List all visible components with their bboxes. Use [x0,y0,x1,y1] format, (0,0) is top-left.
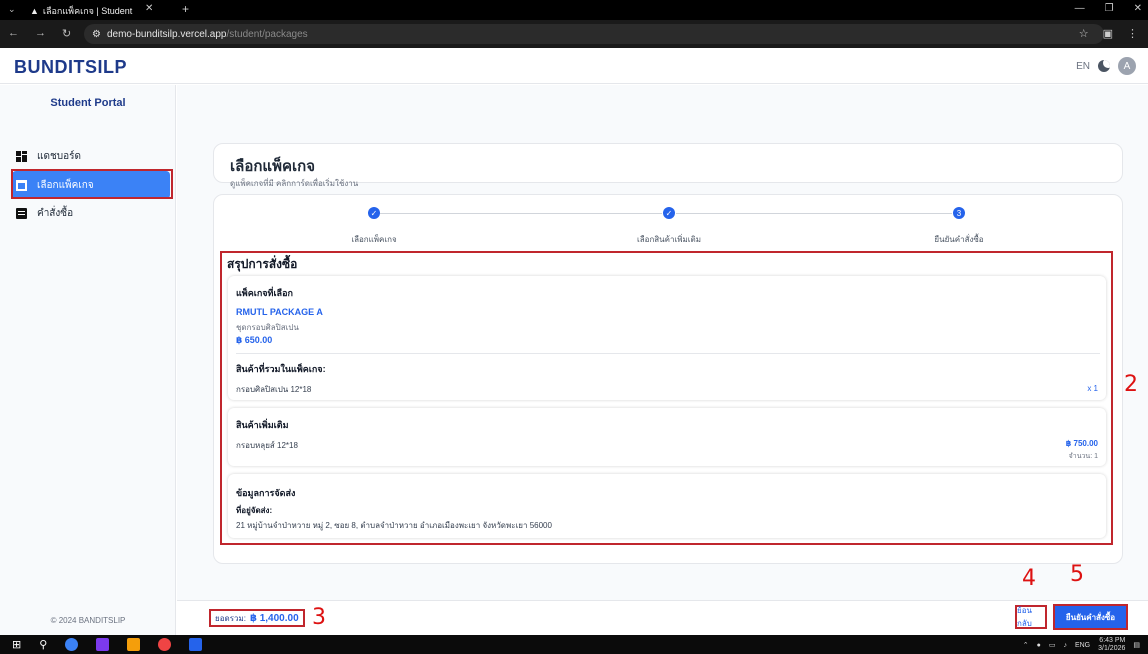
site-info-icon[interactable]: ⚙ [92,29,101,40]
sidebar-item-dashboard[interactable]: แดชบอร์ด [12,142,170,170]
package-name: RMUTL PACKAGE A [236,307,323,317]
os-taskbar: ⊞ ⚲ ⌃ ● ▭ ♪ ENG 6:43 PM 3/1/2026 ▤ [0,635,1148,654]
url-host: demo-bunditsilp.vercel.app [106,28,227,40]
step-1-label: เลือกแพ็คเกจ [351,235,397,244]
address-bar[interactable]: ⚙ demo-bunditsilp.vercel.app/student/pac… [84,24,1104,44]
restore-icon[interactable]: ❐ [1105,3,1114,14]
package-card: แพ็คเกจที่เลือก RMUTL PACKAGE A ชุดกรอบศ… [228,276,1106,400]
back-arrow-icon[interactable]: ← [8,27,19,40]
language-toggle[interactable]: EN [1076,61,1090,72]
word-app-icon[interactable] [189,638,203,651]
step-connector [676,213,952,214]
extra-item-name: กรอบหลุยส์ 12*18 [236,441,298,450]
page-subtitle: ดูแพ็คเกจที่มี คลิกการ์ดเพื่อเริ่มใช้งาน [230,179,359,188]
sidebar: Student Portal แดชบอร์ด เลือกแพ็คเกจ คำส… [0,85,176,635]
step-connector [380,213,662,214]
close-window-icon[interactable]: ✕ [1134,3,1142,14]
order-total: ยอดรวม: ฿ 1,400.00 [209,609,305,627]
user-avatar[interactable]: A [1118,57,1136,75]
step-2-label: เลือกสินค้าเพิ่มเติม [637,235,701,244]
included-items-title: สินค้าที่รวมในแพ็คเกจ: [236,364,326,374]
new-tab-icon[interactable]: + [182,2,189,16]
step-2-check-icon: ✓ [663,207,675,219]
package-price: ฿ 650.00 [236,335,273,345]
sidebar-item-orders[interactable]: คำสั่งซื้อ [12,199,170,227]
extra-items-title: สินค้าเพิ่มเติม [236,420,289,430]
dark-mode-icon[interactable] [1098,60,1110,72]
taskbar-search-icon[interactable]: ⚲ [39,638,47,651]
extra-items-card: สินค้าเพิ่มเติม กรอบหลุยส์ 12*18 ฿ 750.0… [228,408,1106,466]
dashboard-icon [16,150,27,162]
teams-app-icon[interactable] [96,638,110,651]
file-explorer-icon[interactable] [127,638,141,651]
annotation-number-2: 2 [1124,372,1138,397]
step-1-check-icon: ✓ [368,207,380,219]
url-path: /student/packages [226,28,308,40]
windows-start-icon[interactable]: ⊞ [12,638,21,651]
forward-arrow-icon[interactable]: → [35,27,46,40]
app-logo[interactable]: BUNDITSILP [14,57,127,78]
extra-item-price: ฿ 750.00 [1065,439,1098,448]
summary-title: สรุปการสั่งซื้อ [227,257,298,271]
address-label: ที่อยู่จัดส่ง: [236,506,273,515]
annotation-number-4: 4 [1022,566,1036,591]
bookmark-star-icon[interactable]: ☆ [1079,27,1089,40]
extension-icon[interactable]: ▣ [1103,27,1113,40]
back-button[interactable]: ย้อนกลับ [1015,605,1047,629]
tab-list-chevron-icon[interactable]: ⌄ [8,4,16,15]
divider [236,353,1100,354]
package-section-title: แพ็คเกจที่เลือก [236,288,293,298]
volume-icon[interactable]: ♪ [1063,642,1067,649]
browser-menu-icon[interactable]: ⋮ [1127,27,1138,40]
page-title: เลือกแพ็คเกจ [230,158,315,175]
input-language[interactable]: ENG [1075,642,1090,649]
notification-icon[interactable]: ▤ [1133,641,1140,649]
sidebar-title: Student Portal [50,97,126,109]
browser-app-icon[interactable] [158,638,172,651]
annotation-number-3: 3 [312,605,326,630]
tab-title: เลือกแพ็คเกจ | Student [42,5,133,16]
shipping-title: ข้อมูลการจัดส่ง [236,488,296,498]
reload-icon[interactable]: ↻ [62,27,71,40]
annotation-number-5: 5 [1070,562,1084,587]
orders-icon [16,207,27,219]
app-header: BUNDITSILP EN A [0,48,1148,84]
sidebar-item-label: คำสั่งซื้อ [37,207,74,219]
annotation-box-1 [11,169,173,199]
shipping-address: 21 หมู่บ้านจำป่าหวาย หมู่ 2, ซอย 8, ตำบล… [236,521,552,530]
total-value: ฿ 1,400.00 [249,612,299,624]
confirm-order-button[interactable]: ยืนยันคำสั่งซื้อ [1053,604,1128,630]
clock-time: 6:43 PM [1099,637,1126,644]
copyright: © 2024 BANDITSLIP [50,616,126,625]
network-icon[interactable]: ▭ [1049,641,1056,649]
step-3-label: ยืนยันคำสั่งซื้อ [934,235,984,244]
browser-tab-bar: ⌄ ▲ เลือกแพ็คเกจ | Student ✕ + — ❐ ✕ [0,0,1148,20]
sidebar-item-label: แดชบอร์ด [37,150,81,162]
package-description: ชุดกรอบศิลปิสเปน [236,323,299,332]
tray-chevron-icon[interactable]: ⌃ [1023,641,1029,649]
browser-toolbar: ← → ↻ ⚙ demo-bunditsilp.vercel.app/stude… [0,20,1148,48]
total-label: ยอดรวม: [215,613,246,623]
clock-date: 3/1/2026 [1098,645,1126,652]
minimize-icon[interactable]: — [1075,3,1085,14]
browser-tab[interactable]: ▲ เลือกแพ็คเกจ | Student [30,3,180,18]
step-3-number: 3 [953,207,965,219]
tab-close-icon[interactable]: ✕ [145,3,153,14]
included-item-qty: x 1 [1087,384,1098,393]
shipping-card: ข้อมูลการจัดส่ง ที่อยู่จัดส่ง: 21 หมู่บ้… [228,474,1106,538]
chrome-app-icon[interactable] [65,638,79,651]
clock[interactable]: 6:43 PM 3/1/2026 [1098,637,1125,653]
tab-favicon-icon: ▲ [30,5,39,16]
microphone-icon[interactable]: ● [1037,642,1041,649]
page-header-card: เลือกแพ็คเกจ ดูแพ็คเกจที่มี คลิกการ์ดเพื… [213,143,1123,188]
included-item-name: กรอบศิลปิสเปน 12*18 [236,385,312,394]
extra-item-qty: จำนวน: 1 [1068,453,1098,460]
